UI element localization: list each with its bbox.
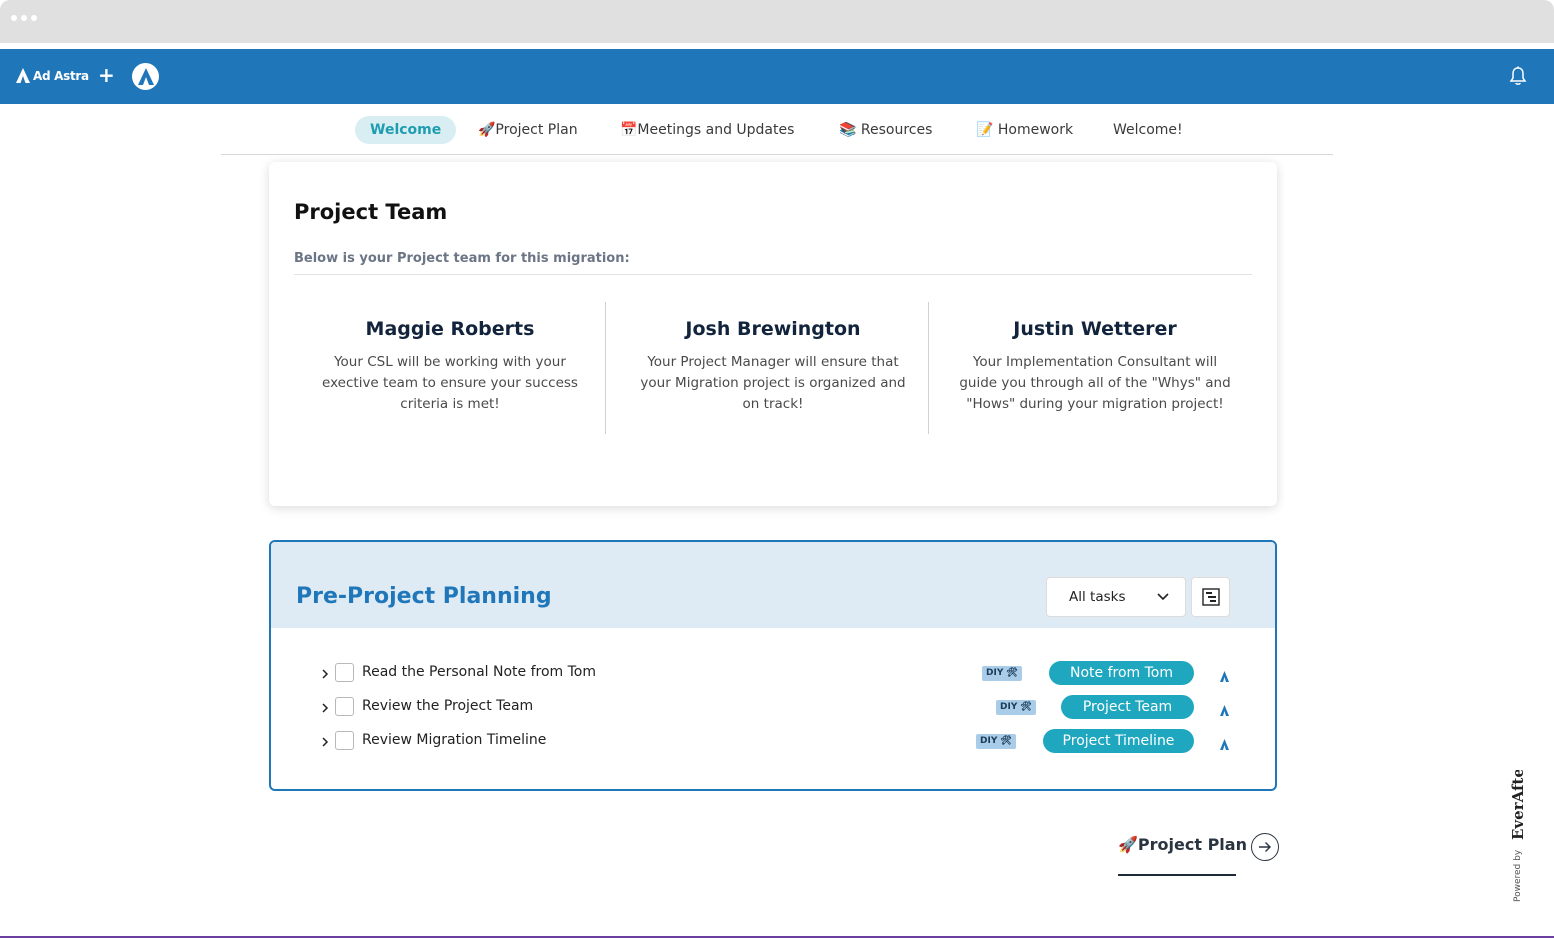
task-row[interactable]: Review Migration Timeline DIY 🛠 Project … [271,726,1275,756]
divider [294,274,1252,275]
arrow-right-icon[interactable] [1251,833,1279,861]
task-filter-select[interactable]: All tasks [1046,577,1186,617]
diy-badge: DIY 🛠 [976,734,1016,749]
project-team-subtitle: Below is your Project team for this migr… [294,251,630,266]
everafter-brand: EverAfter [1509,770,1527,840]
add-button[interactable]: + [98,65,115,85]
chevron-down-icon [1157,578,1169,616]
chevron-right-icon[interactable] [321,733,329,752]
tab-welcome-2[interactable]: Welcome! [1113,116,1183,144]
task-label[interactable]: Read the Personal Note from Tom [362,664,596,680]
ad-astra-small-icon [1220,701,1229,720]
task-checkbox[interactable] [335,697,354,716]
window-dots [11,15,37,21]
powered-by-label: Powered by [1513,849,1523,902]
ad-astra-small-icon [1220,735,1229,754]
task-link-pill[interactable]: Note from Tom [1049,661,1194,685]
account-avatar[interactable] [132,63,159,90]
tab-homework[interactable]: 📝 Homework [976,116,1073,144]
tab-welcome[interactable]: Welcome [355,116,457,144]
task-label[interactable]: Review Migration Timeline [362,732,546,748]
project-team-card: Project Team Below is your Project team … [269,162,1277,506]
diy-badge: DIY 🛠 [996,700,1036,715]
member-name: Josh Brewington [685,318,861,340]
team-member-josh: Josh Brewington Your Project Manager wil… [612,302,934,434]
ad-astra-logo-icon [16,68,30,83]
chevron-right-icon[interactable] [321,699,329,718]
ad-astra-avatar-icon [137,68,154,85]
gantt-view-button[interactable] [1191,577,1230,617]
pre-project-planning-panel: Pre-Project Planning All tasks Read the … [269,540,1277,791]
member-name: Justin Wetterer [1013,318,1177,340]
powered-by-everafter: Powered by EverAfter [1496,759,1532,904]
chevron-right-icon[interactable] [321,665,329,684]
next-page-link[interactable]: 🚀Project Plan [1118,835,1247,854]
next-link-underline [1118,874,1236,876]
team-member-maggie: Maggie Roberts Your CSL will be working … [289,302,611,434]
task-row[interactable]: Review the Project Team DIY 🛠 Project Te… [271,692,1275,722]
column-divider [605,302,606,434]
task-checkbox[interactable] [335,663,354,682]
member-description: Your CSL will be working with your exect… [322,354,578,412]
diy-badge: DIY 🛠 [982,666,1022,681]
column-divider [928,302,929,434]
task-link-pill[interactable]: Project Team [1061,695,1194,719]
planning-header: Pre-Project Planning All tasks [271,542,1275,628]
browser-chrome [0,0,1554,43]
member-description: Your Implementation Consultant will guid… [959,354,1231,412]
notifications-bell-icon[interactable] [1509,66,1527,90]
tab-resources[interactable]: 📚 Resources [839,116,932,144]
planning-title: Pre-Project Planning [296,584,552,609]
tab-meetings-and-updates[interactable]: 📅Meetings and Updates [620,116,794,144]
member-name: Maggie Roberts [365,318,535,340]
page-tabs: Welcome 🚀Project Plan 📅Meetings and Upda… [221,104,1333,155]
ad-astra-logo[interactable]: Ad Astra [16,68,89,83]
task-link-pill[interactable]: Project Timeline [1043,729,1194,753]
logo-text: Ad Astra [33,68,89,83]
ad-astra-small-icon [1220,667,1229,686]
tab-project-plan[interactable]: 🚀Project Plan [478,116,578,144]
task-filter-value: All tasks [1069,589,1126,605]
gantt-icon [1201,588,1220,606]
task-row[interactable]: Read the Personal Note from Tom DIY 🛠 No… [271,658,1275,688]
member-description: Your Project Manager will ensure that yo… [640,354,906,412]
team-member-justin: Justin Wetterer Your Implementation Cons… [934,302,1256,434]
task-checkbox[interactable] [335,731,354,750]
task-label[interactable]: Review the Project Team [362,698,533,714]
project-team-title: Project Team [294,200,448,224]
top-navbar: Ad Astra + [0,49,1554,104]
